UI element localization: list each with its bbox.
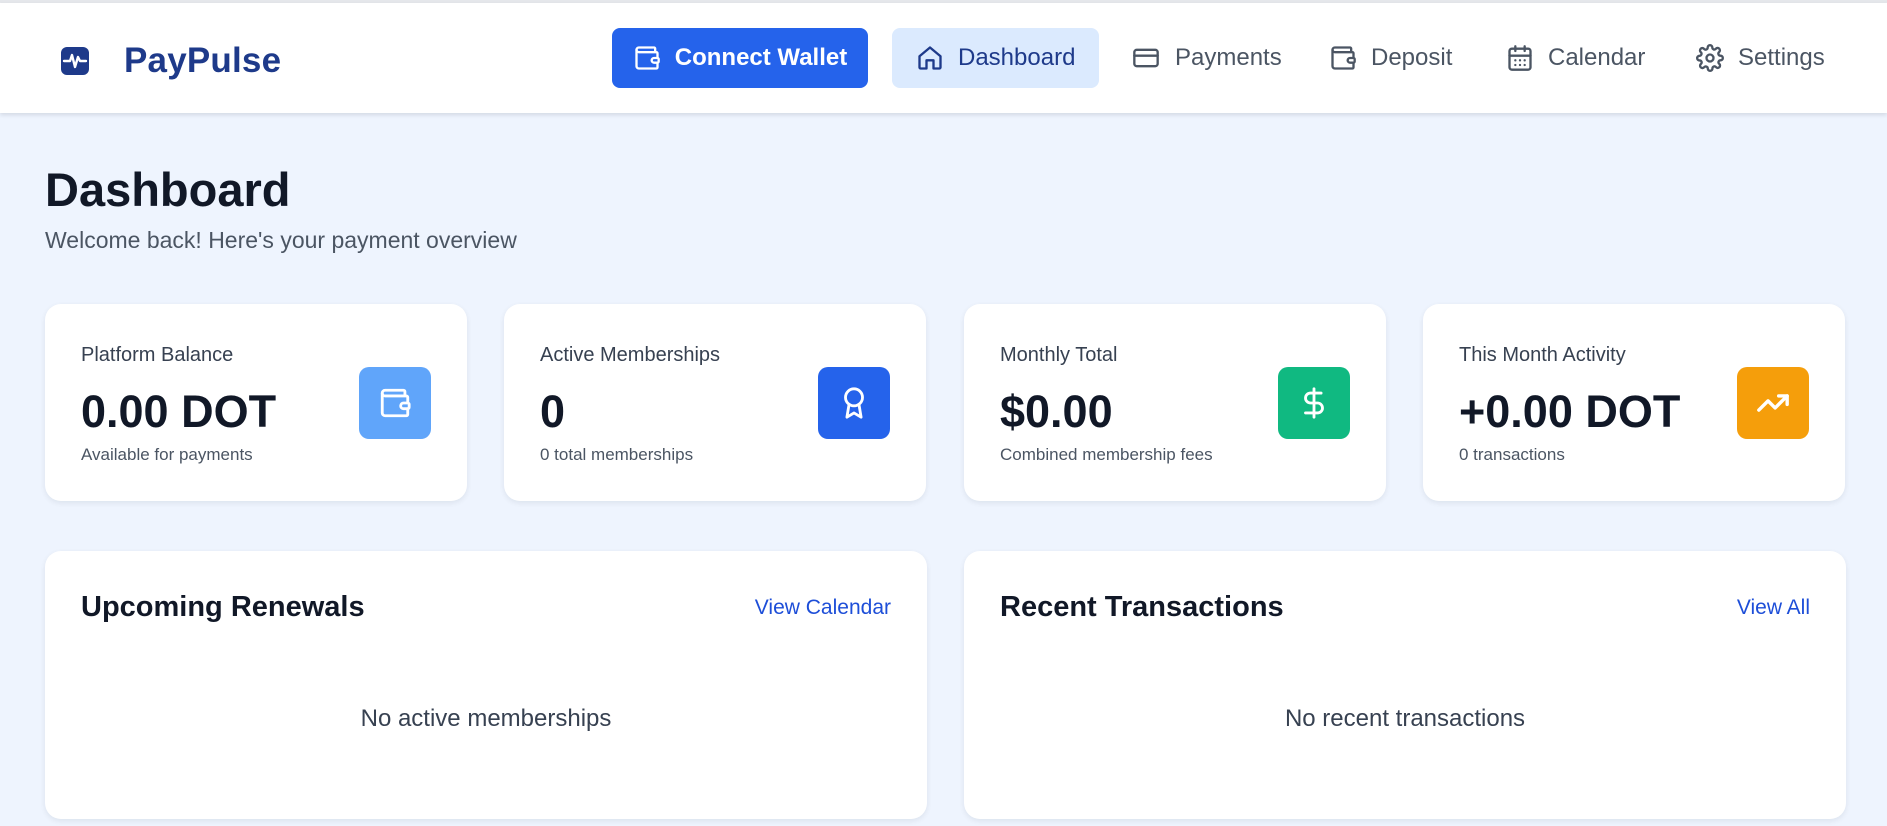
- nav-deposit-label: Deposit: [1371, 44, 1453, 71]
- stat-value: 0: [540, 386, 566, 437]
- pulse-icon: [60, 46, 90, 76]
- nav-settings[interactable]: Settings: [1672, 28, 1849, 88]
- nav-calendar-label: Calendar: [1548, 44, 1646, 71]
- brand[interactable]: PayPulse: [60, 41, 281, 81]
- empty-state-text: No recent transactions: [1284, 705, 1526, 732]
- stat-value: +0.00 DOT: [1459, 386, 1681, 437]
- panel-title: Recent Transactions: [1000, 591, 1284, 623]
- stat-value: 0.00 DOT: [81, 386, 277, 437]
- stat-subtext: Combined membership fees: [1000, 445, 1213, 464]
- stat-label: Monthly Total: [1000, 344, 1118, 366]
- view-calendar-link[interactable]: View Calendar: [755, 596, 891, 620]
- stat-card-month-activity: This Month Activity +0.00 DOT 0 transact…: [1423, 304, 1845, 501]
- stat-card-platform-balance: Platform Balance 0.00 DOT Available for …: [45, 304, 467, 501]
- connect-wallet-label: Connect Wallet: [674, 44, 848, 71]
- trending-up-icon: [1737, 367, 1809, 439]
- wallet-icon: [633, 44, 675, 72]
- award-icon: [818, 367, 890, 439]
- empty-state-text: No active memberships: [360, 705, 612, 732]
- calendar-icon: [1506, 44, 1548, 72]
- home-icon: [916, 44, 958, 72]
- recent-transactions-panel: Recent Transactions View All No recent t…: [964, 551, 1846, 819]
- wallet-icon: [1329, 44, 1371, 72]
- nav-deposit[interactable]: Deposit: [1305, 28, 1476, 88]
- nav-calendar[interactable]: Calendar: [1482, 28, 1669, 88]
- upcoming-renewals-panel: Upcoming Renewals View Calendar No activ…: [45, 551, 927, 819]
- page-title: Dashboard: [45, 163, 291, 216]
- nav-dashboard-label: Dashboard: [958, 44, 1076, 71]
- brand-name: PayPulse: [124, 41, 282, 80]
- dollar-icon: [1278, 367, 1350, 439]
- nav-settings-label: Settings: [1738, 44, 1825, 71]
- nav-dashboard[interactable]: Dashboard: [892, 28, 1100, 88]
- stat-card-monthly-total: Monthly Total $0.00 Combined membership …: [964, 304, 1386, 501]
- credit-card-icon: [1131, 44, 1175, 72]
- stat-label: This Month Activity: [1459, 344, 1626, 366]
- top-navbar: PayPulse Connect Wallet Dashboard Paymen…: [0, 3, 1887, 113]
- view-all-link[interactable]: View All: [1737, 596, 1810, 620]
- wallet-icon: [359, 367, 431, 439]
- stat-value: $0.00: [1000, 386, 1113, 437]
- connect-wallet-button[interactable]: Connect Wallet: [612, 28, 868, 88]
- stat-subtext: Available for payments: [81, 445, 253, 464]
- gear-icon: [1696, 44, 1738, 72]
- stat-card-active-memberships: Active Memberships 0 0 total memberships: [504, 304, 926, 501]
- stat-subtext: 0 total memberships: [540, 445, 694, 464]
- panel-title: Upcoming Renewals: [81, 591, 365, 623]
- nav-payments-label: Payments: [1175, 44, 1282, 71]
- nav-payments[interactable]: Payments: [1107, 28, 1306, 88]
- stat-subtext: 0 transactions: [1459, 445, 1565, 464]
- stat-label: Active Memberships: [540, 344, 721, 366]
- stat-label: Platform Balance: [81, 344, 234, 366]
- page-subtitle: Welcome back! Here's your payment overvi…: [45, 227, 517, 253]
